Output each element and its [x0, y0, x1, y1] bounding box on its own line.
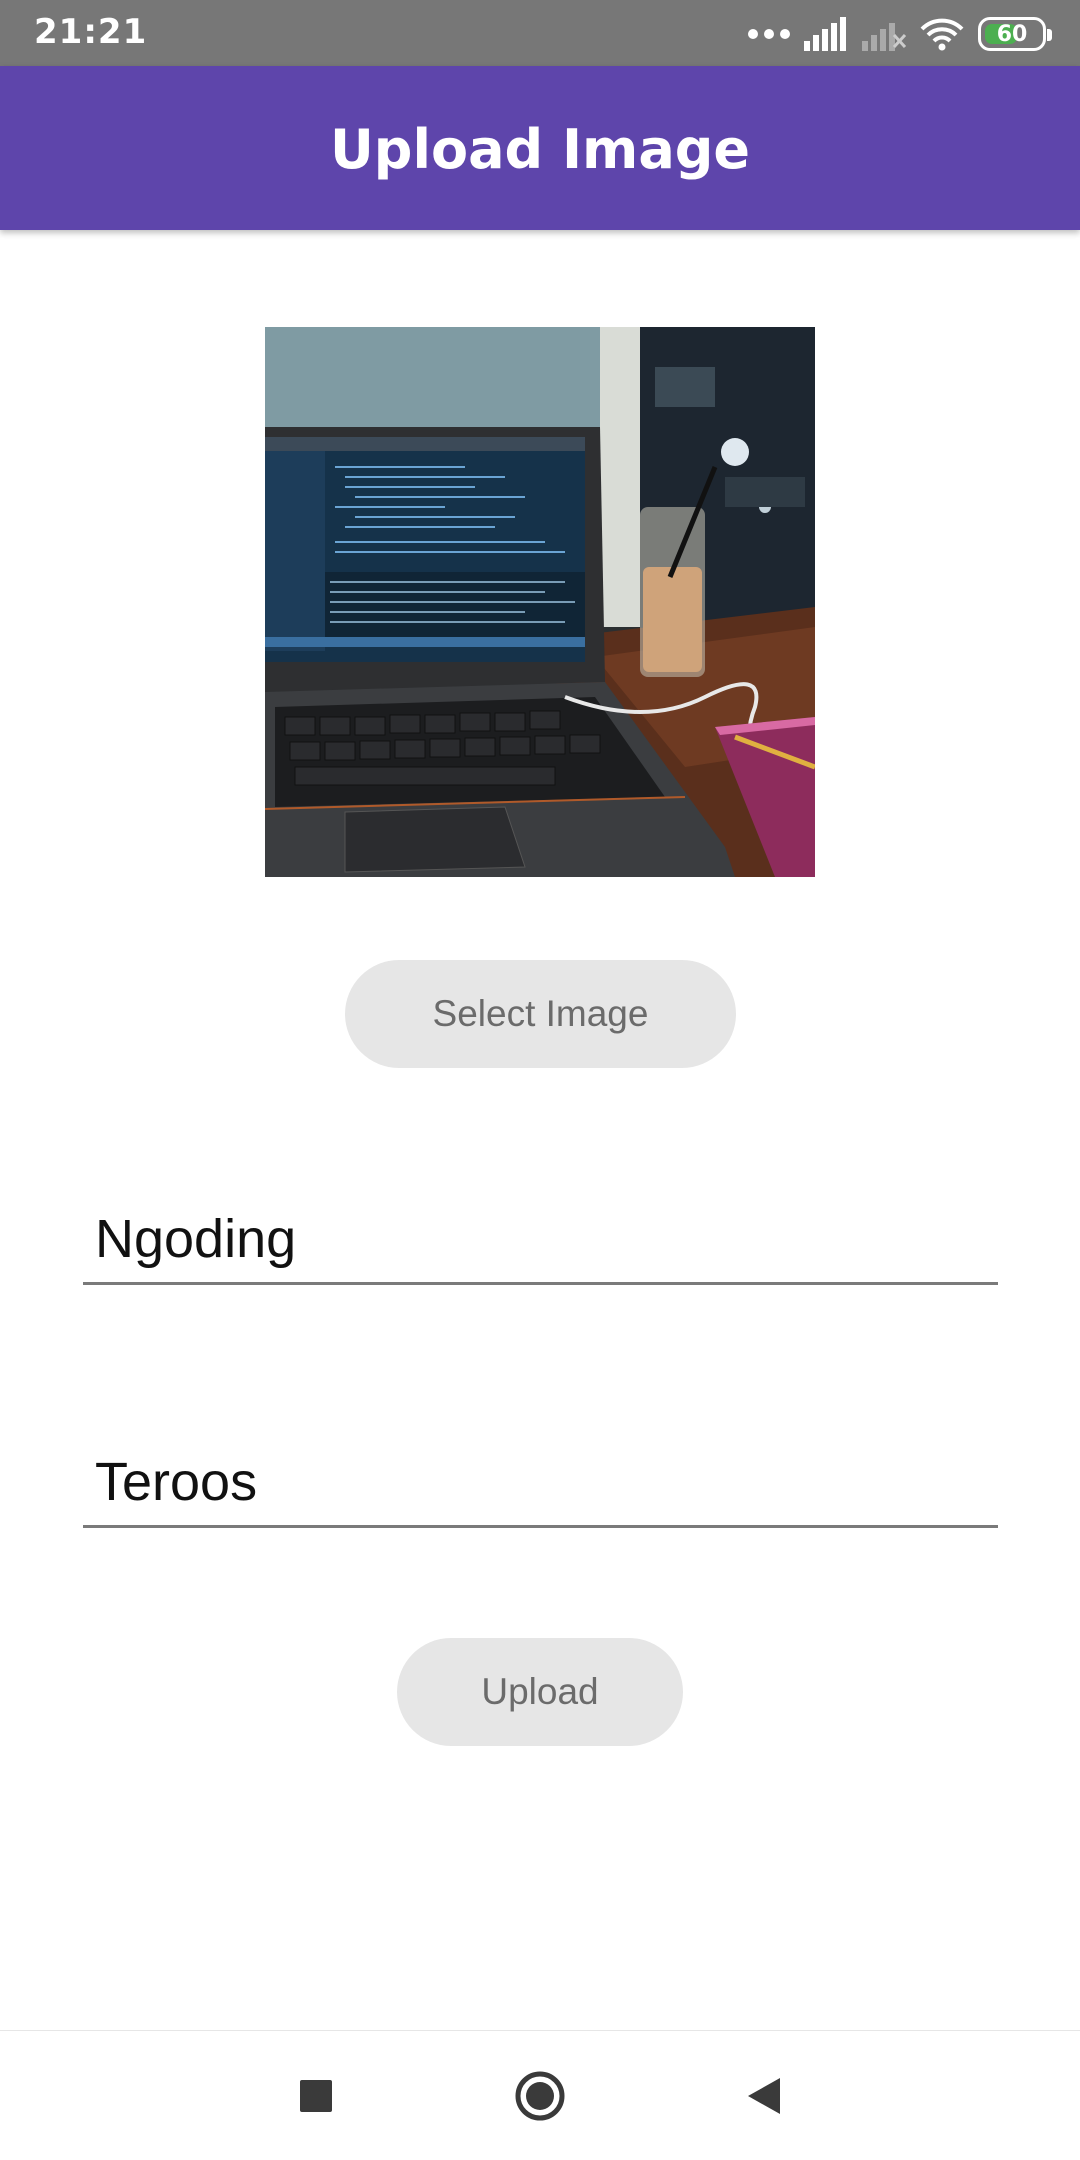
status-time: 21:21 [34, 12, 148, 52]
battery-level: 60 [996, 21, 1028, 47]
image-preview [265, 327, 815, 877]
laptop-photo [265, 327, 815, 877]
app-bar: Upload Image [0, 66, 1080, 230]
signal-off-icon [862, 23, 906, 51]
upload-button[interactable]: Upload [397, 1638, 683, 1746]
back-icon[interactable] [734, 2066, 794, 2126]
status-icons: 60 [748, 14, 1052, 54]
title-field[interactable] [83, 1185, 998, 1285]
screen: 21:21 60 Upload Image Select Image Ngodi… [0, 0, 1080, 2160]
signal-icon [804, 17, 846, 51]
title-input[interactable] [95, 1208, 985, 1270]
more-dots-icon [748, 29, 790, 39]
battery-icon: 60 [978, 17, 1052, 51]
description-input[interactable] [95, 1451, 985, 1513]
description-field[interactable] [83, 1428, 998, 1528]
recents-icon[interactable] [286, 2066, 346, 2126]
home-icon[interactable] [510, 2066, 570, 2126]
select-image-button[interactable]: Select Image [345, 960, 736, 1068]
wifi-icon [920, 18, 964, 51]
status-bar: 21:21 60 [0, 0, 1080, 66]
system-nav-bar [0, 2030, 1080, 2160]
page-title: Upload Image [329, 118, 751, 181]
